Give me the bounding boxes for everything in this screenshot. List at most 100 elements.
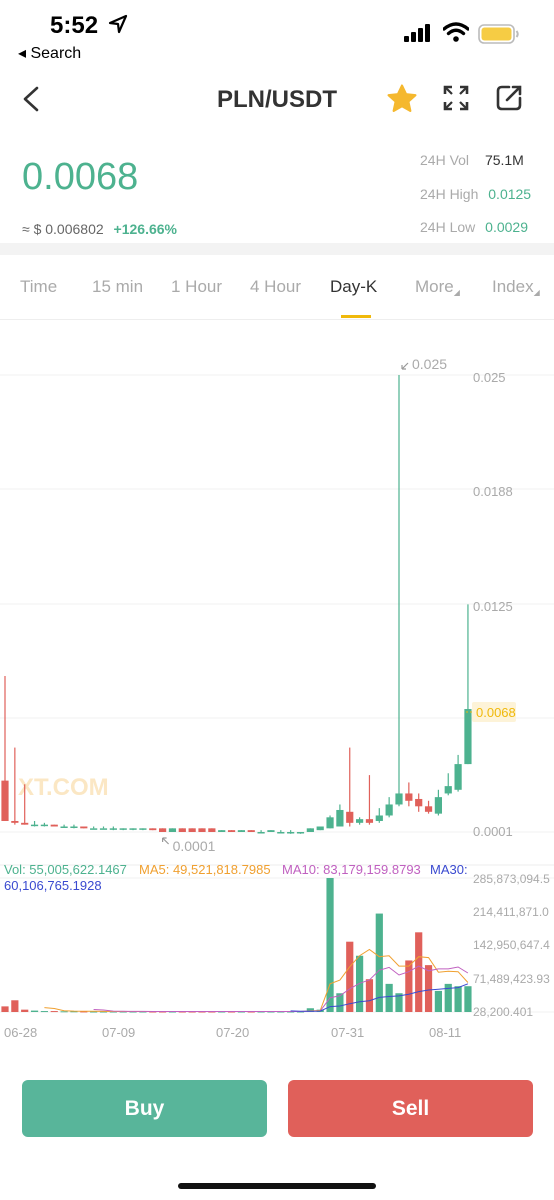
- ma5-line: [44, 948, 469, 1012]
- candle-body: [30, 824, 39, 827]
- date-axis: 06-28 07-09 07-20 07-31 08-11: [4, 1025, 461, 1040]
- stat-vol-value: 75.1M: [484, 152, 524, 168]
- change-percent: +126.66%: [113, 221, 177, 237]
- price-axis-label: 0.0188: [473, 484, 513, 499]
- candle-body: [336, 809, 344, 827]
- approx-usd: ≈ $ 0.006802 +126.66%: [22, 221, 177, 237]
- volume-bar: [415, 932, 423, 1012]
- date-axis-label: 07-20: [216, 1025, 249, 1040]
- candle-body: [50, 824, 58, 827]
- candle-body: [424, 806, 433, 812]
- approx-prefix: ≈ $: [22, 221, 42, 237]
- stat-high: 24H High 0.0125: [420, 186, 531, 202]
- candle-body: [385, 804, 393, 816]
- price-axis-label: 0.0001: [473, 824, 513, 839]
- candle-body: [316, 826, 324, 831]
- tab-index-label: Index: [492, 277, 534, 296]
- volume-bar: [356, 955, 364, 1012]
- status-bar: 5:52 ◂ Search: [0, 0, 554, 70]
- volume-axis-label: 214,411,871.0: [473, 905, 549, 919]
- candle-body: [227, 830, 236, 832]
- stat-low-label: 24H Low: [420, 219, 476, 235]
- candle-body: [11, 820, 19, 823]
- candle-body: [287, 832, 295, 834]
- candle-body: [40, 824, 48, 827]
- location-arrow-icon: [108, 14, 128, 34]
- sell-button[interactable]: Sell: [288, 1080, 533, 1137]
- tab-4hour[interactable]: 4 Hour: [250, 277, 301, 297]
- stat-high-value: 0.0125: [488, 186, 532, 202]
- volume-axis-label: 28,200.401: [473, 1005, 533, 1019]
- max-arrow: [401, 362, 409, 370]
- date-axis-label: 06-28: [4, 1025, 37, 1040]
- interval-tabs: Time 15 min 1 Hour 4 Hour Day-K More◢ In…: [0, 255, 554, 320]
- active-tab-indicator: [341, 315, 371, 318]
- ma-lines: [44, 948, 469, 1012]
- volume-bar: [50, 1011, 58, 1013]
- back-to-search-link[interactable]: ◂ Search: [18, 43, 81, 63]
- volume-bar: [385, 983, 393, 1012]
- volume-bar: [424, 965, 433, 1012]
- volume-bar: [464, 986, 472, 1012]
- volume-bar: [11, 1000, 19, 1012]
- stat-high-label: 24H High: [420, 186, 479, 202]
- candle-body: [326, 817, 334, 829]
- ma5-legend: MA5: 49,521,818.7985: [139, 862, 271, 877]
- volume-axis-label: 71,489,423.93: [473, 972, 550, 986]
- date-axis-label: 07-31: [331, 1025, 364, 1040]
- candle-body: [178, 828, 186, 832]
- volume-axis-label: 142,950,647.4: [473, 938, 550, 952]
- tab-15min[interactable]: 15 min: [92, 277, 143, 297]
- volume-bar: [346, 941, 354, 1012]
- volume-bar: [454, 986, 462, 1012]
- tab-index[interactable]: Index◢: [492, 277, 540, 297]
- candle-body: [247, 830, 255, 832]
- min-price-label: 0.0001: [173, 838, 216, 854]
- volume-bar: [1, 1006, 9, 1012]
- candle-body: [149, 828, 157, 831]
- candle-body: [237, 830, 245, 832]
- tab-day-k[interactable]: Day-K: [330, 277, 377, 297]
- tab-time[interactable]: Time: [20, 277, 57, 297]
- date-axis-label: 07-09: [102, 1025, 135, 1040]
- cellular-signal-icon: [404, 24, 430, 42]
- candle-body: [454, 764, 462, 790]
- favorite-star-icon[interactable]: [385, 82, 419, 116]
- volume-bar: [365, 979, 374, 1012]
- fullscreen-icon[interactable]: [442, 84, 470, 112]
- chart-grid: [0, 374, 554, 1013]
- share-edit-icon[interactable]: [495, 84, 523, 112]
- candle-body: [109, 828, 117, 830]
- candle-body: [267, 830, 275, 832]
- min-arrow: [162, 837, 170, 845]
- candle-body: [306, 828, 314, 832]
- dropdown-triangle-icon: ◢: [453, 288, 460, 297]
- ma30-legend-label: MA30:: [430, 862, 468, 877]
- buy-button[interactable]: Buy: [22, 1080, 267, 1137]
- back-chevron-icon[interactable]: [18, 84, 46, 114]
- candle-body: [208, 828, 216, 832]
- volume-axis-label: 285,873,094.5: [473, 872, 550, 886]
- candle-body: [188, 828, 196, 832]
- nav-bar: PLN/USDT: [0, 72, 554, 128]
- candle-body: [277, 832, 285, 834]
- candle-body: [21, 822, 29, 825]
- candle-body: [346, 811, 354, 823]
- candle-body: [80, 826, 88, 829]
- candle-body: [1, 780, 9, 821]
- tab-more[interactable]: More◢: [415, 277, 460, 297]
- volume-axis: 285,873,094.5 214,411,871.0 142,950,647.4 7…: [473, 872, 550, 1019]
- wifi-icon: [443, 22, 469, 42]
- stat-low-value: 0.0029: [485, 219, 528, 235]
- tab-1hour[interactable]: 1 Hour: [171, 277, 222, 297]
- candle-body: [365, 819, 374, 823]
- candle-body: [90, 828, 98, 830]
- ma30-legend-value: 60,106,765.1928: [4, 878, 102, 893]
- candle-body: [70, 826, 78, 828]
- stat-vol: 24H Vol 75.1M: [420, 152, 524, 168]
- approx-value: 0.006802: [45, 221, 104, 237]
- current-price-label: 0.0068: [476, 705, 516, 720]
- kline-chart[interactable]: 0.025 0.0188 0.0125 0.0001 0.0068 285,873,09…: [0, 320, 554, 1050]
- candle-body: [405, 793, 413, 801]
- volume-bar: [40, 1011, 48, 1013]
